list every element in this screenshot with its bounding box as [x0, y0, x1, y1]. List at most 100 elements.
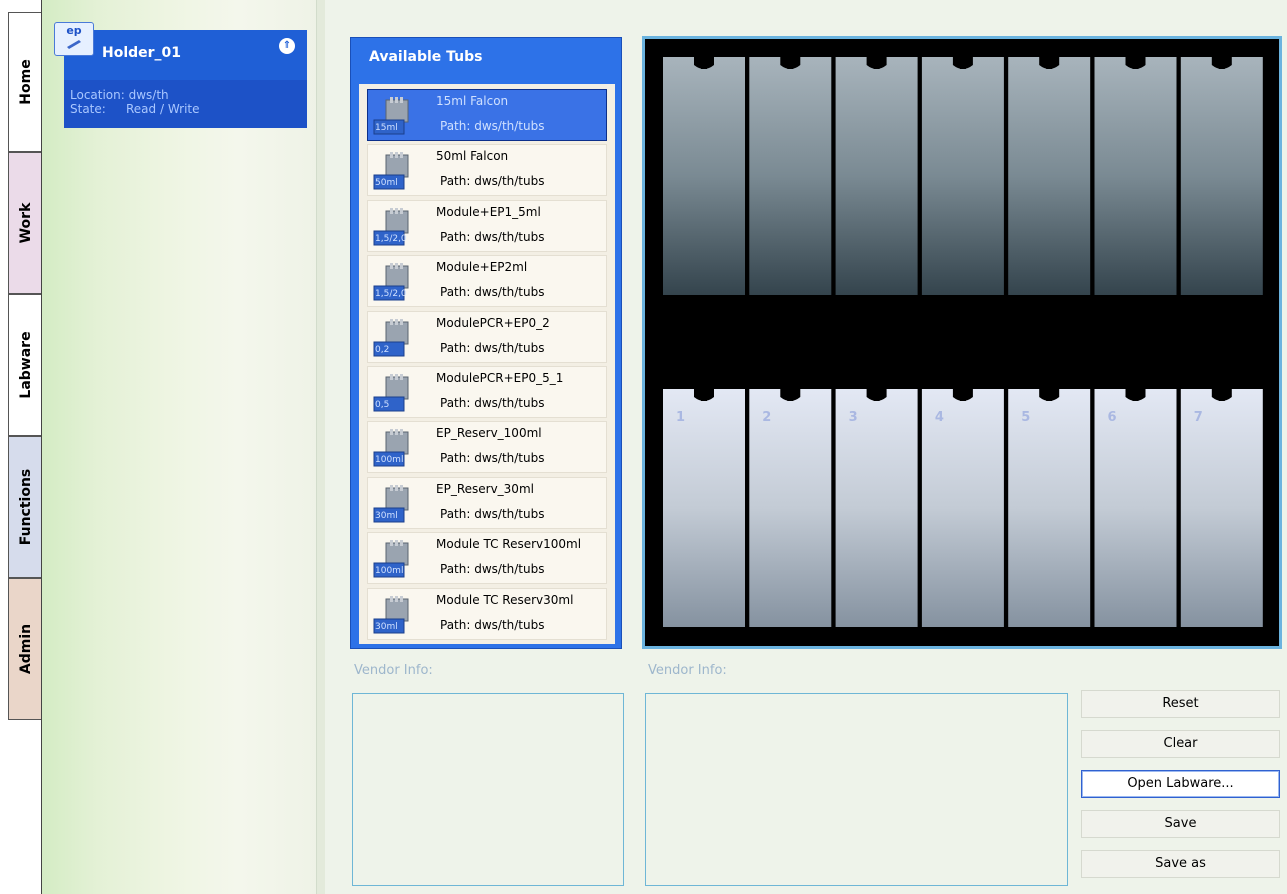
top-slot[interactable] [663, 57, 745, 295]
top-slot[interactable] [1008, 57, 1091, 295]
tub-icon: 30ml [372, 484, 424, 524]
tab-admin[interactable]: Admin [8, 578, 42, 720]
top-slot[interactable] [835, 57, 918, 295]
save-as-button[interactable]: Save as [1081, 850, 1280, 878]
tub-icon: 30ml [372, 595, 424, 635]
slot-notch [959, 57, 966, 69]
tab-work[interactable]: Work [8, 152, 42, 294]
preview-canvas: 1 2 3 4 5 6 7 [663, 57, 1263, 627]
clear-button[interactable]: Clear [1081, 730, 1280, 758]
collapse-icon[interactable]: ⇑ [279, 38, 295, 54]
bottom-slot[interactable]: 2 [749, 389, 832, 627]
holder-edit-icon: ep [54, 22, 94, 56]
tub-name: ModulePCR+EP0_2 [436, 315, 550, 330]
tub-path: Path: dws/th/tubs [440, 285, 545, 300]
slot-number: 2 [762, 410, 771, 425]
tab-admin-label: Admin [17, 623, 34, 675]
tub-path: Path: dws/th/tubs [440, 174, 545, 189]
top-slot[interactable] [1180, 57, 1263, 295]
tub-list-item[interactable]: 50ml 50ml Falcon Path: dws/th/tubs [367, 144, 607, 197]
slot-notch [1046, 389, 1053, 401]
slot-number: 1 [676, 410, 685, 425]
slot-shape [1008, 57, 1091, 295]
bottom-slot[interactable]: 7 [1180, 389, 1263, 627]
open-labware-button[interactable]: Open Labware... [1081, 770, 1280, 798]
tub-path: Path: dws/th/tubs [440, 229, 545, 244]
holder-header [64, 30, 307, 80]
tub-list-item[interactable]: 1,5/2,0 Module+EP1_5ml Path: dws/th/tubs [367, 199, 607, 252]
bottom-slot[interactable]: 4 [921, 389, 1004, 627]
location-label: Location: [70, 88, 125, 102]
slot-shape [835, 57, 918, 295]
tab-functions[interactable]: Functions [8, 436, 42, 578]
slot-shape [663, 57, 745, 295]
tub-icon-label: 15ml [375, 123, 398, 133]
tub-icon: 100ml [372, 428, 424, 468]
save-button[interactable]: Save [1081, 810, 1280, 838]
top-slot[interactable] [749, 57, 832, 295]
slot-notch [701, 389, 707, 401]
tub-list-item[interactable]: 0,2 ModulePCR+EP0_2 Path: dws/th/tubs [367, 310, 607, 363]
holder-card[interactable]: ep Holder_01 ⇑ Location: dws/th State: Re… [54, 22, 307, 128]
reset-button[interactable]: Reset [1081, 690, 1280, 718]
tub-list-item[interactable]: 100ml EP_Reserv_100ml Path: dws/th/tubs [367, 421, 607, 474]
tub-list-item[interactable]: 30ml Module TC Reserv30ml Path: dws/th/tub… [367, 587, 607, 640]
tub-icon-label: 1,5/2,0 [375, 233, 407, 244]
tab-home[interactable]: Home [8, 12, 42, 152]
bottom-slot[interactable]: 1 [663, 389, 745, 627]
vertical-tab-strip: Home Work Labware Functions Admin [0, 0, 42, 894]
tub-icon-label: 1,5/2,0 [375, 289, 407, 300]
tub-name: 15ml Falcon [436, 94, 509, 108]
state-value: Read / Write [126, 102, 200, 116]
holder-info: Location: dws/th State: Read / Write [70, 88, 200, 116]
tub-name: Module+EP2ml [436, 260, 528, 275]
tub-path: Path: dws/th/tubs [440, 396, 545, 410]
holder-title: Holder_01 [102, 45, 182, 61]
tub-list-item[interactable]: 100ml Module TC Reserv100ml Path: dws/th/t… [367, 532, 607, 585]
slot-shape [921, 57, 1004, 295]
slot-number: 7 [1194, 410, 1203, 425]
tub-icon: 0,5 [372, 373, 424, 413]
slot-notch [1218, 389, 1225, 401]
state-label: State: [70, 102, 106, 116]
tub-icon: 1,5/2,0 [372, 262, 424, 302]
tub-list-item[interactable]: 0,5 ModulePCR+EP0_5_1 Path: dws/th/tubs [367, 366, 607, 418]
top-slot[interactable] [921, 57, 1004, 295]
vendor-info-right-label: Vendor Info: [648, 663, 727, 678]
slot-notch [1046, 57, 1053, 69]
tub-icon: 15ml [372, 96, 424, 136]
bottom-slot[interactable]: 5 [1008, 389, 1091, 627]
slot-shape [1094, 57, 1177, 295]
tub-icon-label: 0,5 [375, 400, 390, 410]
top-slot[interactable] [1094, 57, 1177, 295]
tab-labware[interactable]: Labware [8, 294, 42, 436]
tub-name: Module TC Reserv100ml [436, 537, 582, 552]
tub-icon: 50ml [372, 151, 424, 191]
tub-list-item[interactable]: 15ml 15ml Falcon Path: dws/th/tubs [367, 89, 607, 141]
tub-list-item[interactable]: 1,5/2,0 Module+EP2ml Path: dws/th/tubs [367, 255, 607, 308]
slot-shape [1180, 57, 1263, 295]
tab-functions-label: Functions [17, 468, 34, 546]
vendor-info-left-box[interactable] [352, 693, 624, 886]
slot-notch [787, 57, 794, 69]
tub-list-item[interactable]: 30ml EP_Reserv_30ml Path: dws/th/tubs [367, 476, 607, 529]
tub-icon-label: 30ml [375, 510, 398, 521]
slot-notch [787, 389, 794, 401]
tub-name: ModulePCR+EP0_5_1 [436, 371, 564, 385]
bottom-slot[interactable]: 3 [835, 389, 918, 627]
vendor-info-right-box[interactable] [645, 693, 1068, 886]
bottom-slot[interactable]: 6 [1094, 389, 1177, 627]
tab-labware-label: Labware [17, 331, 34, 399]
tab-home-label: Home [17, 59, 34, 105]
vendor-info-left-label: Vendor Info: [354, 663, 433, 678]
location-value: dws/th [128, 88, 169, 102]
slot-number: 6 [1108, 410, 1117, 425]
slot-notch [873, 389, 880, 401]
slot-number: 4 [935, 410, 944, 425]
tub-icon-label: 100ml [375, 566, 404, 577]
slot-notch [701, 57, 707, 69]
tub-icon: 100ml [372, 539, 424, 579]
slot-shape [749, 57, 832, 295]
slot-notch [959, 389, 966, 401]
labware-preview[interactable]: 1 2 3 4 5 6 7 [642, 36, 1282, 649]
